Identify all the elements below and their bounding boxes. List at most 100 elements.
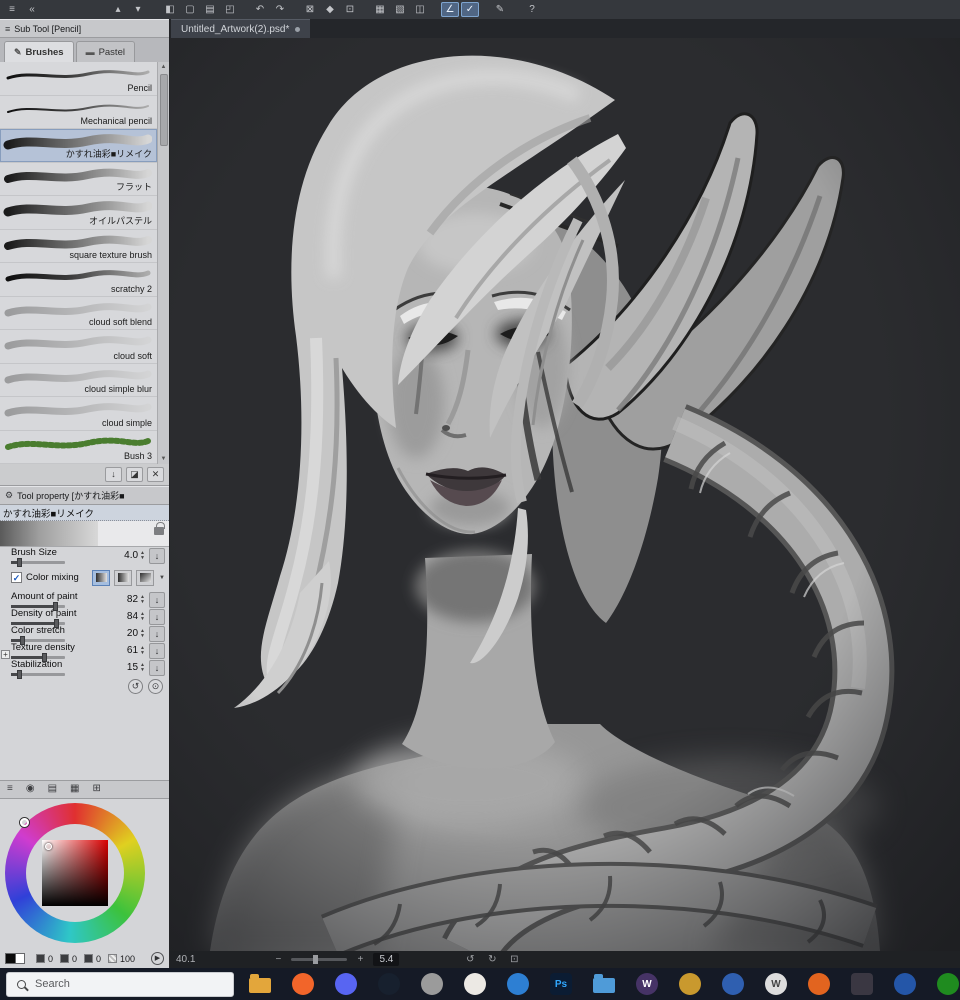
clear-icon[interactable]: ⊠ [301, 2, 319, 17]
property-value[interactable]: 4.0 [112, 550, 138, 561]
property-value[interactable]: 20 [112, 628, 138, 639]
property-spinner[interactable]: ▲ ▼ [140, 551, 145, 561]
save-file-icon[interactable]: ◰ [221, 2, 239, 17]
zoom-in-icon[interactable]: + [353, 954, 367, 965]
color-history-tab-icon[interactable]: ⊞ [92, 782, 100, 797]
zoom-out-icon[interactable]: − [271, 954, 285, 965]
search-input[interactable] [35, 978, 185, 990]
collapse-panel-icon[interactable]: « [23, 2, 41, 17]
menu-icon[interactable]: ≡ [7, 782, 13, 797]
tab-pastel[interactable]: ▬ Pastel [75, 41, 135, 62]
rotate-left-icon[interactable]: ↺ [463, 954, 477, 965]
scroll-down-icon[interactable]: ▼ [161, 454, 167, 464]
property-dynamics-button[interactable]: ↓ [149, 642, 165, 659]
property-dynamics-button[interactable]: ↓ [149, 608, 165, 625]
color-set-tab-icon[interactable]: ▦ [70, 782, 79, 797]
mixing-mode-stretch-button[interactable] [136, 569, 155, 586]
current-brush-name[interactable]: かすれ油彩■リメイク [0, 505, 169, 521]
redo-icon[interactable]: ↷ [271, 2, 289, 17]
taskbar-search[interactable] [6, 971, 234, 997]
import-brush-icon[interactable]: ↓ [105, 467, 122, 482]
color-mixing-checkbox[interactable]: ✓ [11, 572, 22, 583]
photoshop-icon[interactable]: Ps [548, 971, 574, 997]
fill-icon[interactable]: ◆ [321, 2, 339, 17]
property-dynamics-button[interactable]: ↓ [149, 591, 165, 608]
scrollbar-thumb[interactable] [159, 74, 168, 146]
brush-item[interactable]: フラット [0, 163, 157, 196]
firefox-icon[interactable] [290, 971, 316, 997]
deselect-icon[interactable]: ▧ [391, 2, 409, 17]
scroll-up-icon[interactable]: ▴ [109, 2, 127, 17]
discord-icon[interactable] [333, 971, 359, 997]
canvas[interactable] [170, 38, 960, 951]
tab-brushes[interactable]: ✎ Brushes [4, 41, 74, 62]
snap-special-ruler-icon[interactable]: ✓ [461, 2, 479, 17]
document-tab[interactable]: Untitled_Artwork(2).psd* [171, 19, 311, 38]
property-spinner[interactable]: ▲ ▼ [140, 663, 145, 673]
zoom-value[interactable]: 5.4 [373, 953, 400, 966]
property-value[interactable]: 15 [112, 662, 138, 673]
game-portrait-icon[interactable] [849, 971, 875, 997]
property-slider[interactable] [11, 558, 65, 567]
property-value[interactable]: 82 [112, 594, 138, 605]
hue-marker[interactable] [20, 818, 29, 827]
fit-screen-icon[interactable]: ⊡ [507, 954, 521, 965]
duplicate-brush-icon[interactable]: ◪ [126, 467, 143, 482]
invert-select-icon[interactable]: ◫ [411, 2, 429, 17]
app-icon[interactable]: ◧ [161, 2, 179, 17]
brush-item[interactable]: cloud simple [0, 397, 157, 431]
hue-ring[interactable] [5, 803, 145, 943]
paint-app-icon[interactable] [462, 971, 488, 997]
tool-property-header[interactable]: ⚙ Tool property [かすれ油彩■ [0, 486, 169, 505]
color-wheel-tab-icon[interactable]: ◉ [26, 782, 35, 797]
chevron-down-icon[interactable]: ▼ [159, 575, 165, 581]
brush-item[interactable]: cloud soft [0, 330, 157, 364]
brush-item[interactable]: scratchy 2 [0, 263, 157, 297]
property-spinner[interactable]: ▲ ▼ [140, 595, 145, 605]
help-icon[interactable]: ? [523, 2, 541, 17]
expand-icon[interactable]: + [1, 650, 10, 659]
select-area-icon[interactable]: ▦ [371, 2, 389, 17]
sv-marker[interactable] [45, 843, 52, 850]
gimp-icon[interactable] [419, 971, 445, 997]
subtool-menu-icon[interactable]: ≡ [5, 24, 10, 34]
mixing-mode-smear-button[interactable] [114, 569, 133, 586]
brush-item[interactable]: cloud soft blend [0, 297, 157, 330]
gold-app-icon[interactable] [677, 971, 703, 997]
property-value[interactable]: 61 [112, 645, 138, 656]
scroll-up-icon[interactable]: ▲ [161, 62, 167, 72]
property-dynamics-button[interactable]: ↓ [149, 659, 165, 676]
lock-icon[interactable] [154, 522, 165, 535]
purple-w-app-icon[interactable]: W [634, 971, 660, 997]
brush-item[interactable]: オイルパステル [0, 196, 157, 230]
property-spinner[interactable]: ▲ ▼ [140, 629, 145, 639]
color-slider-tab-icon[interactable]: ▤ [48, 782, 57, 797]
undo-icon[interactable]: ↶ [251, 2, 269, 17]
brush-item[interactable]: cloud simple blur [0, 364, 157, 397]
xbox-icon[interactable] [935, 971, 960, 997]
property-spinner[interactable]: ▲ ▼ [140, 612, 145, 622]
open-file-icon[interactable]: ▤ [201, 2, 219, 17]
menu-icon[interactable]: ≡ [3, 2, 21, 17]
play-icon[interactable]: ▶ [151, 952, 164, 965]
blue-folder-icon[interactable] [591, 971, 617, 997]
subtool-panel-header[interactable]: ≡ Sub Tool [Pencil] [0, 19, 169, 38]
property-slider[interactable] [11, 670, 65, 679]
transform-icon[interactable]: ⊡ [341, 2, 359, 17]
property-spinner[interactable]: ▲ ▼ [140, 646, 145, 656]
blue-app-icon[interactable] [505, 971, 531, 997]
foreground-color-swatch[interactable] [5, 953, 16, 964]
brush-item[interactable]: かすれ油彩■リメイク [0, 129, 157, 163]
orange-app-icon[interactable] [806, 971, 832, 997]
battle-net-icon[interactable] [720, 971, 746, 997]
brush-item[interactable]: Bush 3 [0, 431, 157, 464]
rotate-right-icon[interactable]: ↻ [485, 954, 499, 965]
steam-icon[interactable] [376, 971, 402, 997]
brush-item[interactable]: square texture brush [0, 230, 157, 263]
pen-icon[interactable]: ✎ [491, 2, 509, 17]
blue-app-2-icon[interactable] [892, 971, 918, 997]
detail-settings-icon[interactable]: ⊙ [148, 678, 163, 694]
new-file-icon[interactable]: ▢ [181, 2, 199, 17]
snap-ruler-icon[interactable]: ∠ [441, 2, 459, 17]
property-value[interactable]: 84 [112, 611, 138, 622]
